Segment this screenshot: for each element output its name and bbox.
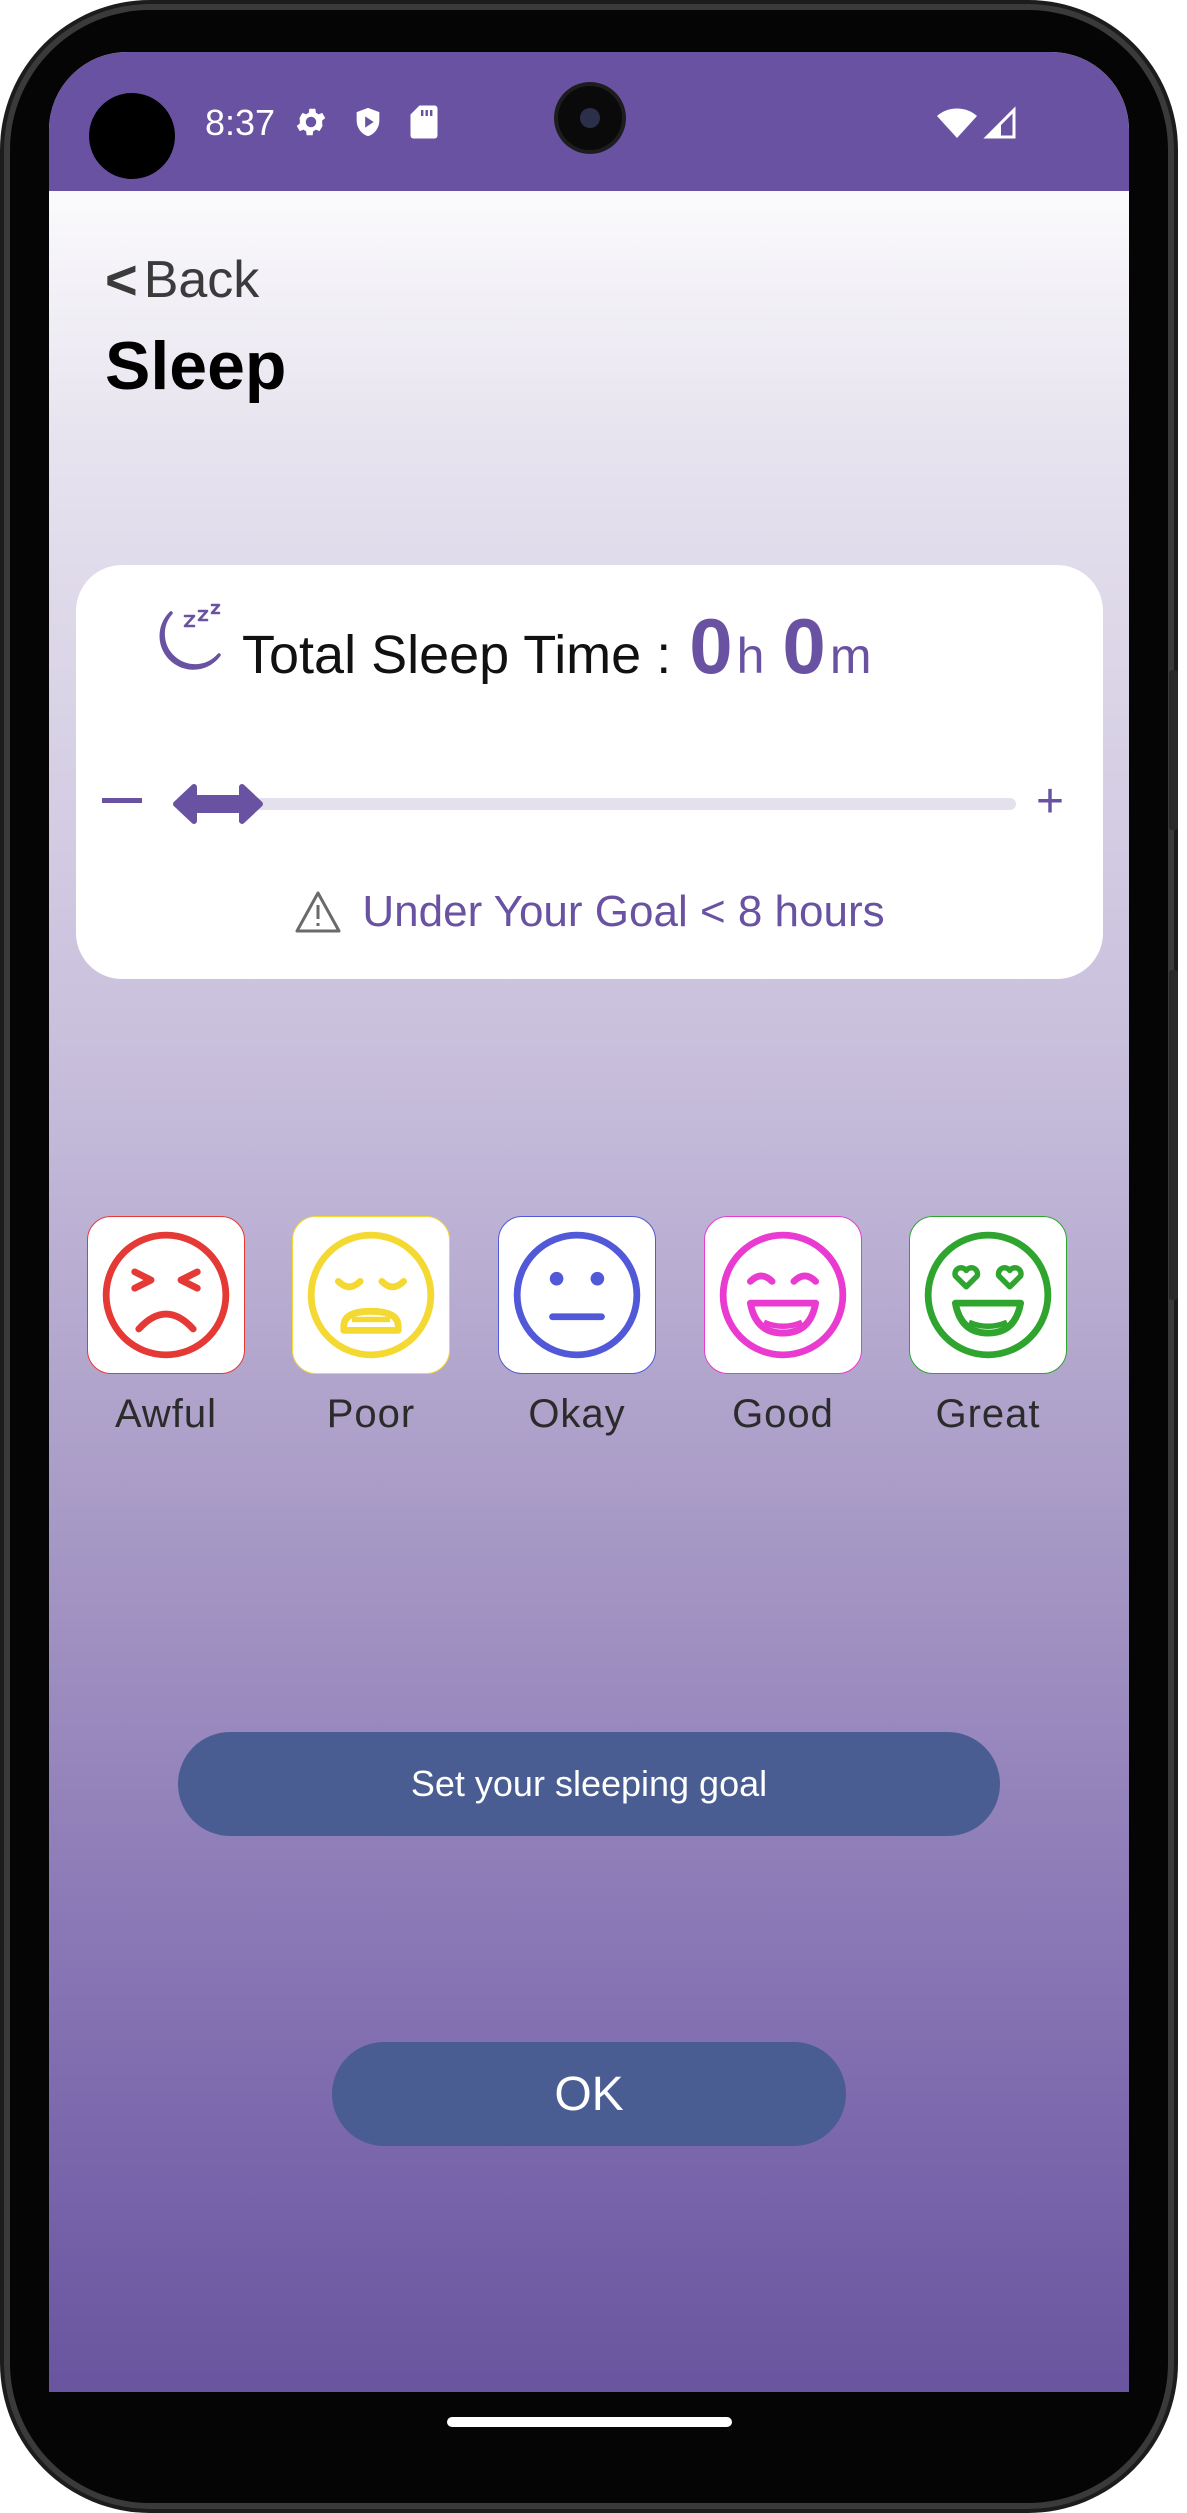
good-face-icon bbox=[719, 1231, 847, 1359]
volume-button bbox=[1169, 970, 1178, 1300]
ok-button[interactable]: OK bbox=[332, 2042, 846, 2146]
shield-play-icon bbox=[351, 104, 385, 145]
double-arrow-icon bbox=[173, 784, 263, 824]
mood-poor[interactable]: Poor bbox=[291, 1216, 451, 1437]
sleeping-moon-icon bbox=[141, 599, 227, 686]
mood-good[interactable]: Good bbox=[703, 1216, 863, 1437]
sd-card-icon bbox=[409, 104, 439, 145]
decrease-button[interactable] bbox=[92, 781, 152, 821]
status-bar: 8:37 bbox=[49, 52, 1129, 191]
sleep-minutes-value: 0 bbox=[782, 602, 826, 690]
slider-thumb[interactable] bbox=[172, 779, 264, 834]
sleep-minutes-unit: m bbox=[829, 628, 872, 684]
goal-warning-text: Under Your Goal < 8 hours bbox=[362, 887, 885, 936]
home-indicator[interactable] bbox=[447, 2417, 732, 2427]
power-button bbox=[1169, 670, 1178, 830]
screen: 8:37 < Back Sleep Total Sleep Time: 0 h… bbox=[49, 52, 1129, 2392]
mood-label-awful: Awful bbox=[114, 1392, 218, 1436]
back-label: Back bbox=[143, 250, 260, 309]
mood-label-good: Good bbox=[732, 1392, 834, 1436]
mood-label-poor: Poor bbox=[326, 1392, 416, 1436]
wifi-icon bbox=[937, 108, 977, 145]
okay-face-icon bbox=[513, 1231, 641, 1359]
cellular-signal-icon bbox=[983, 106, 1017, 145]
status-time: 8:37 bbox=[205, 102, 276, 143]
great-face-icon bbox=[924, 1231, 1052, 1359]
sleep-hours-unit: h bbox=[736, 628, 765, 684]
mood-awful[interactable]: Awful bbox=[86, 1216, 246, 1437]
page-title: Sleep bbox=[105, 328, 287, 404]
set-sleeping-goal-button[interactable]: Set your sleeping goal bbox=[178, 1732, 1000, 1836]
sleep-time-slider[interactable]: + bbox=[92, 775, 1092, 835]
awful-face-icon bbox=[102, 1231, 230, 1359]
back-chevron-icon: < bbox=[105, 248, 138, 311]
front-camera bbox=[558, 86, 622, 150]
sleep-hours-value: 0 bbox=[689, 602, 733, 690]
total-sleep-label: Total Sleep Time : bbox=[242, 625, 672, 685]
total-sleep-time: Total Sleep Time : 0 h 0 m bbox=[242, 601, 871, 692]
settings-icon bbox=[293, 104, 329, 145]
poor-face-icon bbox=[307, 1231, 435, 1359]
back-button[interactable]: < Back bbox=[105, 247, 259, 312]
minus-icon bbox=[102, 798, 142, 803]
sleep-page: < Back Sleep Total Sleep Time : 0 h 0 m … bbox=[49, 191, 1129, 2392]
sleep-time-card: Total Sleep Time : 0 h 0 m + Under Your … bbox=[76, 565, 1103, 979]
mood-label-great: Great bbox=[935, 1392, 1041, 1436]
increase-button[interactable]: + bbox=[1020, 775, 1080, 828]
mood-selector: Awful Poor Okay Good Great bbox=[86, 1216, 1086, 1456]
mood-okay[interactable]: Okay bbox=[497, 1216, 657, 1437]
mood-label-okay: Okay bbox=[528, 1392, 626, 1436]
camera-cutout bbox=[89, 93, 175, 179]
slider-track[interactable] bbox=[192, 798, 1016, 810]
phone-frame: 8:37 < Back Sleep Total Sleep Time: 0 h… bbox=[0, 0, 1178, 2513]
warning-icon bbox=[295, 891, 341, 933]
goal-warning: Under Your Goal < 8 hours bbox=[76, 887, 1103, 937]
mood-great[interactable]: Great bbox=[908, 1216, 1068, 1437]
